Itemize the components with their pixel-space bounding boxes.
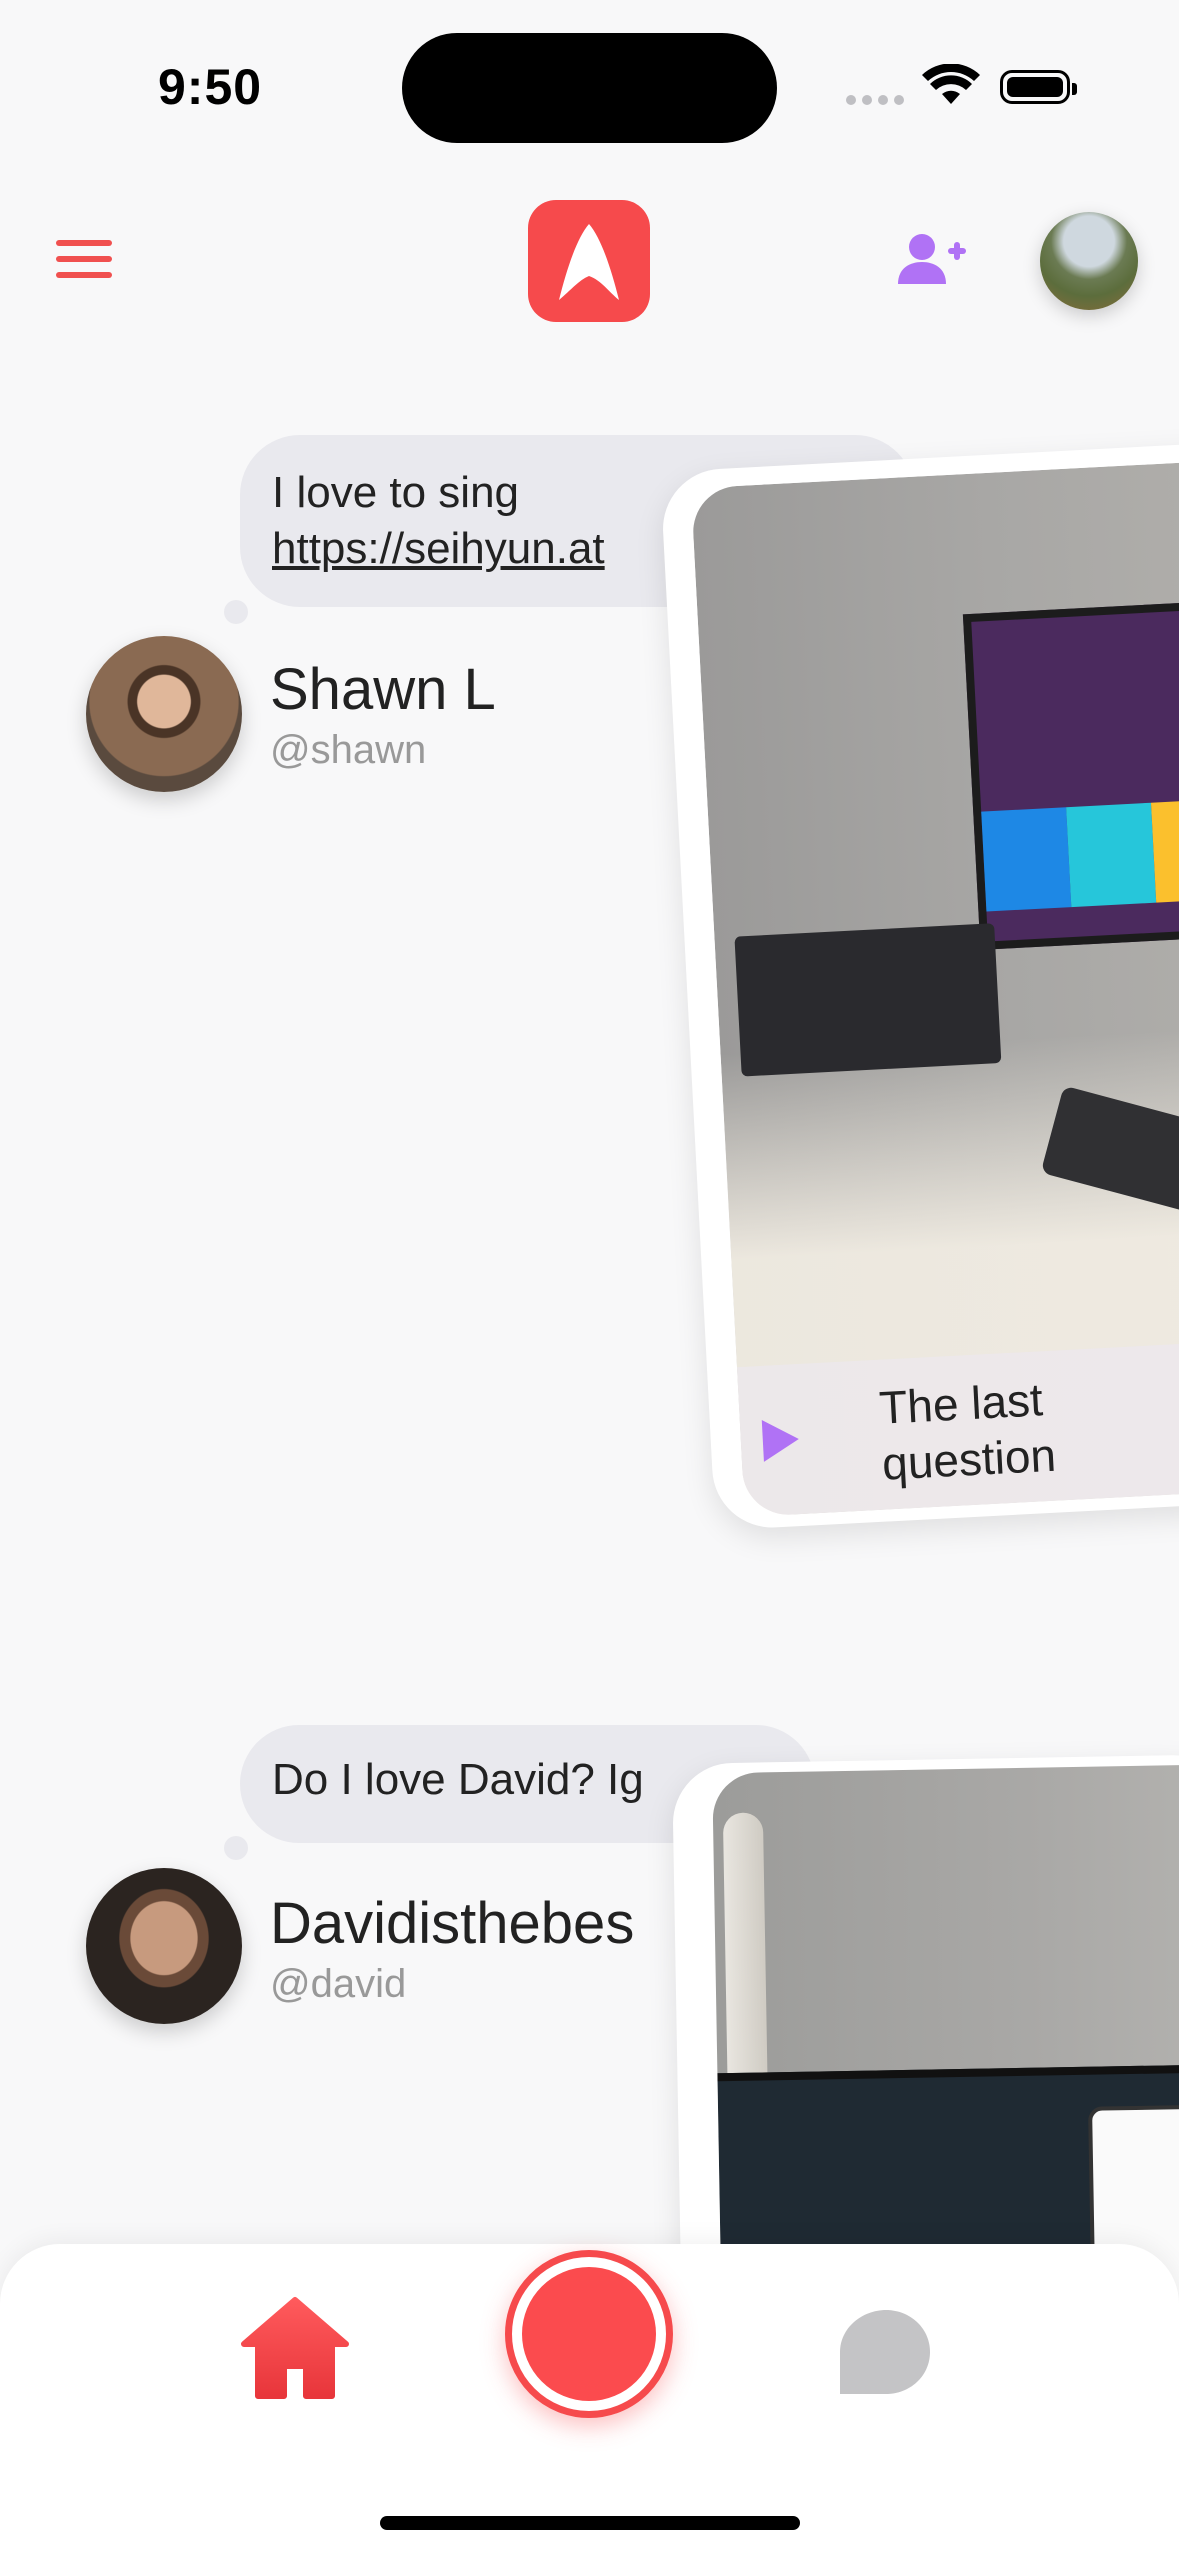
user-handle: @david — [270, 1962, 407, 2006]
home-icon[interactable] — [240, 2296, 350, 2400]
user-plus-icon[interactable] — [896, 232, 968, 288]
chat-bubble-icon[interactable] — [836, 2306, 932, 2398]
battery-icon — [1000, 70, 1077, 104]
signal-icon — [846, 92, 910, 110]
wifi-icon — [922, 64, 980, 104]
play-icon[interactable] — [758, 1414, 805, 1466]
bubble-tail — [224, 1836, 248, 1860]
card-caption: The last question — [878, 1371, 1058, 1492]
avatar[interactable] — [86, 636, 242, 792]
user-name[interactable]: Davidisthebes — [270, 1890, 670, 1957]
laptop — [734, 923, 1002, 1077]
keyboard — [1040, 1085, 1179, 1251]
caption-line: The last — [877, 1373, 1045, 1434]
avatar[interactable] — [86, 1868, 242, 2024]
bubble-tail — [224, 600, 248, 624]
record-button[interactable] — [505, 2250, 673, 2418]
home-indicator — [380, 2516, 800, 2530]
video-card[interactable]: The last question — [660, 439, 1179, 1531]
user-name[interactable]: Shawn L — [270, 656, 650, 723]
dynamic-island — [402, 33, 777, 143]
rocket-model — [722, 1812, 769, 2114]
app-logo[interactable] — [528, 200, 650, 322]
status-time: 9:50 — [158, 59, 263, 115]
monitor-screen — [962, 595, 1179, 950]
video-thumbnail: The last question — [690, 457, 1179, 1517]
caption-line: question — [880, 1428, 1058, 1490]
caption-bar: The last question — [736, 1336, 1179, 1517]
profile-avatar[interactable] — [1040, 212, 1138, 310]
user-handle: @shawn — [270, 728, 427, 772]
menu-icon[interactable] — [56, 240, 112, 280]
logo-glyph-icon — [559, 224, 619, 300]
